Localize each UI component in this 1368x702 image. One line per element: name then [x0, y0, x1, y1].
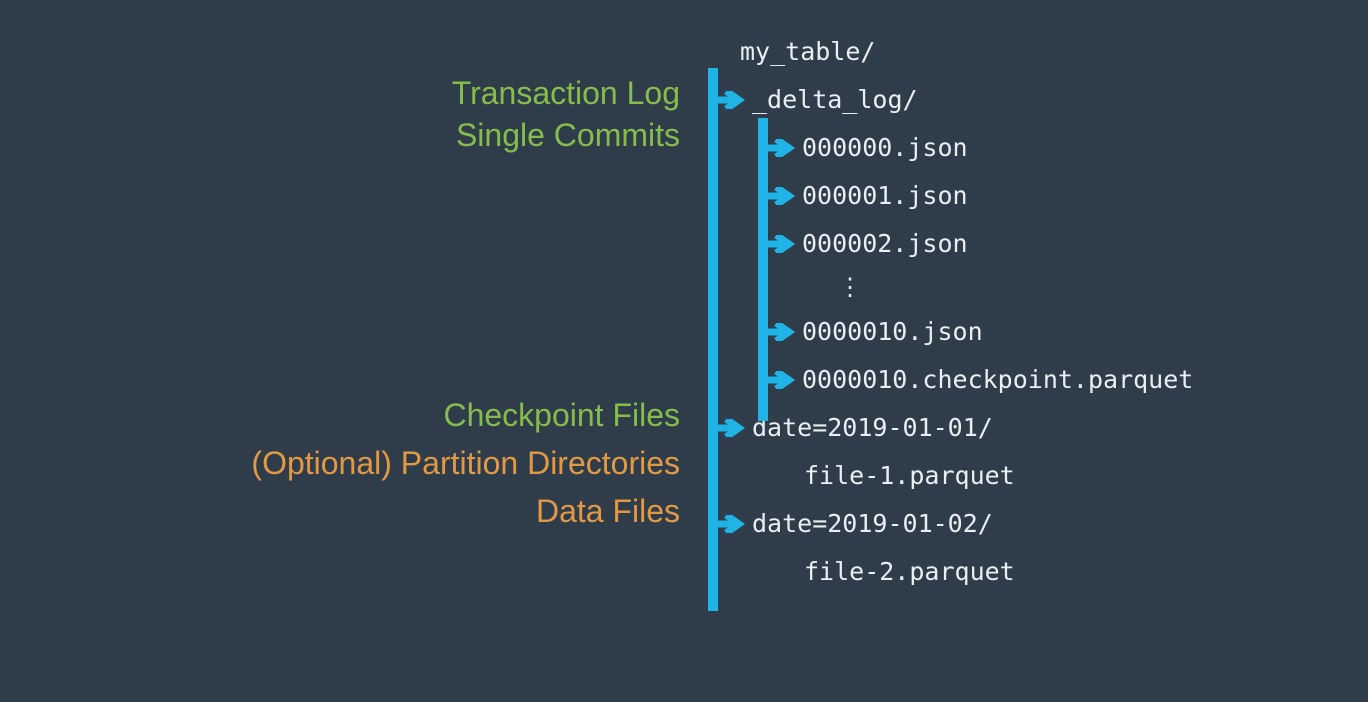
tree-partition-1-dir: date=2019-01-02/: [662, 500, 1193, 548]
label-single-commits: Single Commits: [456, 115, 680, 157]
tree-commit-label: 000002.json: [802, 220, 968, 268]
tree-trunk-main: [708, 68, 718, 611]
tree-commit-1: 000001.json: [662, 172, 1193, 220]
label-checkpoint-files: Checkpoint Files: [443, 395, 680, 437]
tree-root: my_table/: [700, 28, 1193, 76]
tree-checkpoint-label: 0000010.checkpoint.parquet: [802, 356, 1193, 404]
tree-commit-last: 0000010.json: [662, 308, 1193, 356]
tree-partition-dir-label: date=2019-01-01/: [752, 404, 993, 452]
tree-partition-0-dir: date=2019-01-01/: [662, 404, 1193, 452]
tree-root-label: my_table/: [740, 28, 875, 76]
tree-delta-log: _delta_log/: [662, 76, 1193, 124]
tree-delta-log-label: _delta_log/: [752, 76, 918, 124]
label-data-files: Data Files: [536, 491, 680, 533]
tree-trunk-deltalog: [758, 118, 768, 421]
tree-commit-label: 000001.json: [802, 172, 968, 220]
tree-partition-dir-label: date=2019-01-02/: [752, 500, 993, 548]
tree-commit-0: 000000.json: [662, 124, 1193, 172]
tree-partition-file-label: file-2.parquet: [804, 548, 1015, 596]
tree-partition-file-label: file-1.parquet: [804, 452, 1015, 500]
tree-commit-2: 000002.json: [662, 220, 1193, 268]
tree-partition-0-file: file-1.parquet: [700, 452, 1193, 500]
label-transaction-log: Transaction Log: [452, 73, 680, 115]
label-partition-dirs: (Optional) Partition Directories: [251, 443, 680, 485]
tree-partition-1-file: file-2.parquet: [700, 548, 1193, 596]
directory-tree: my_table/ _delta_log/ 000000.json 000001…: [700, 28, 1193, 596]
tree-commit-label: 000000.json: [802, 124, 968, 172]
tree-commit-label: 0000010.json: [802, 308, 983, 356]
tree-ellipsis: ⋮: [700, 268, 1193, 308]
tree-checkpoint: 0000010.checkpoint.parquet: [662, 356, 1193, 404]
